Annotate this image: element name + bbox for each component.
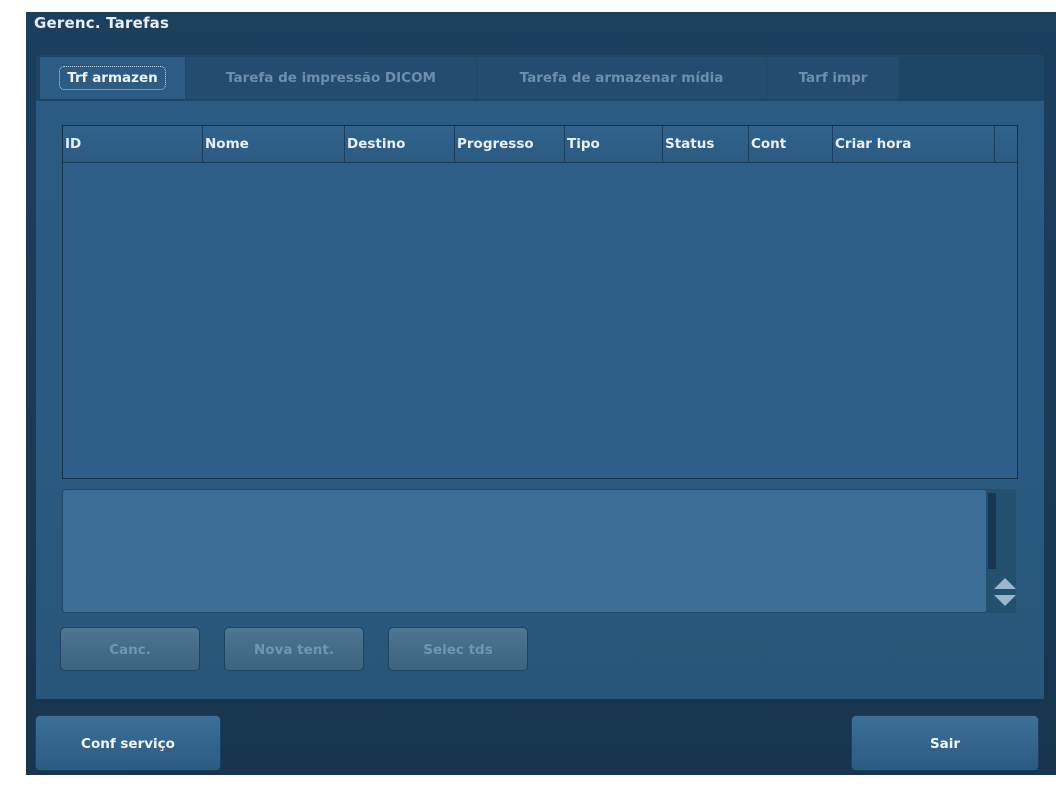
column-header-count[interactable]: Cont bbox=[749, 126, 833, 162]
scrollbar-thumb[interactable] bbox=[988, 493, 996, 569]
column-header-id[interactable]: ID bbox=[63, 126, 203, 162]
tab-bar: Trf armazen Tarefa de impressão DICOM Ta… bbox=[36, 55, 1044, 101]
scroll-up-icon[interactable] bbox=[994, 578, 1016, 589]
tab-media-store-tasks[interactable]: Tarefa de armazenar mídia bbox=[477, 57, 766, 99]
tab-store-tasks[interactable]: Trf armazen bbox=[40, 57, 185, 99]
task-table[interactable]: ID Nome Destino Progresso Tipo Status Co… bbox=[62, 125, 1018, 479]
tab-label: Tarefa de armazenar mídia bbox=[519, 70, 724, 86]
exit-button[interactable]: Sair bbox=[851, 715, 1039, 771]
message-area[interactable] bbox=[62, 489, 988, 613]
tab-label: Tarf impr bbox=[798, 70, 868, 86]
tab-print-tasks[interactable]: Tarf impr bbox=[767, 57, 899, 99]
cancel-button[interactable]: Canc. bbox=[60, 627, 200, 671]
tab-panel: Trf armazen Tarefa de impressão DICOM Ta… bbox=[36, 55, 1044, 699]
service-settings-button[interactable]: Conf serviço bbox=[35, 715, 221, 771]
column-header-destination[interactable]: Destino bbox=[345, 126, 455, 162]
tab-label: Trf armazen bbox=[59, 66, 166, 90]
scroll-down-icon[interactable] bbox=[994, 595, 1016, 606]
message-scrollbar[interactable] bbox=[986, 489, 1016, 613]
task-manager-dialog: Gerenc. Tarefas Trf armazen Tarefa de im… bbox=[26, 12, 1056, 775]
column-header-filler bbox=[995, 126, 1017, 162]
table-header: ID Nome Destino Progresso Tipo Status Co… bbox=[63, 126, 1017, 163]
table-body[interactable] bbox=[63, 163, 1017, 478]
column-header-type[interactable]: Tipo bbox=[565, 126, 663, 162]
dialog-title: Gerenc. Tarefas bbox=[34, 14, 170, 32]
column-header-progress[interactable]: Progresso bbox=[455, 126, 565, 162]
tab-dicom-print-tasks[interactable]: Tarefa de impressão DICOM bbox=[186, 57, 476, 99]
tab-label: Tarefa de impressão DICOM bbox=[226, 70, 436, 86]
column-header-name[interactable]: Nome bbox=[203, 126, 345, 162]
select-all-button[interactable]: Selec tds bbox=[388, 627, 528, 671]
retry-button[interactable]: Nova tent. bbox=[224, 627, 364, 671]
column-header-status[interactable]: Status bbox=[663, 126, 749, 162]
column-header-create-time[interactable]: Criar hora bbox=[833, 126, 995, 162]
